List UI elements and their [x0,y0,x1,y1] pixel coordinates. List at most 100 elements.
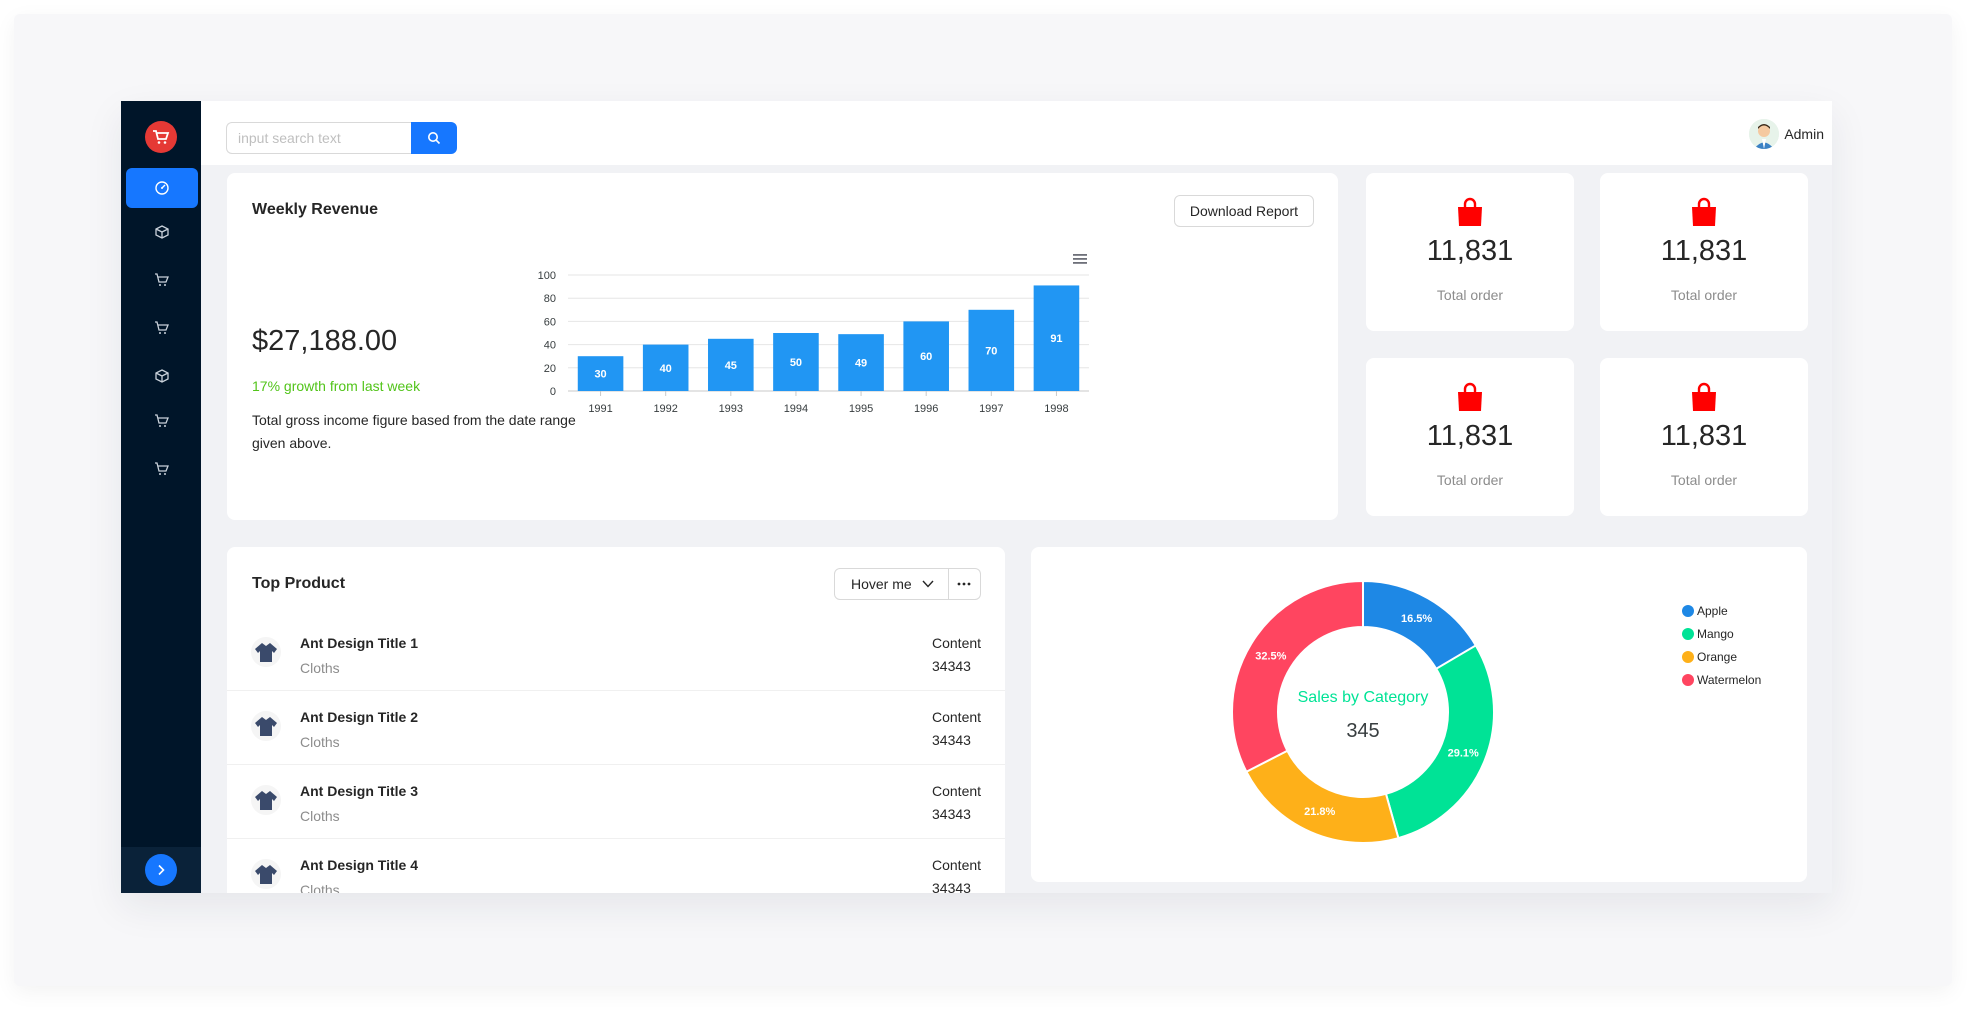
legend-label: Watermelon [1697,672,1762,687]
sidebar [121,101,201,893]
shopping-cart-icon[interactable] [145,121,177,153]
sidebar-item-sales[interactable] [126,308,198,348]
list-item[interactable]: Ant Design Title 4 Cloths Content 34343 [227,839,1005,893]
collapse-button[interactable] [145,854,177,886]
legend-marker [1682,604,1694,617]
y-tick-label: 0 [550,386,556,398]
item-title: Ant Design Title 4 [300,857,418,873]
product-list: Ant Design Title 1 Cloths Content 34343 … [227,617,1005,893]
bar-data-label: 49 [855,358,867,370]
stat-label: Total order [1436,472,1504,488]
slice-data-label: 29.1% [1448,747,1479,759]
sales-donut-chart: 16.5% 29.1% 21.8% 32.5% Sales by Category 345 [1231,579,1495,844]
stat-value: 11,831 [1426,235,1514,267]
stat-card: 11,831 Total order [1600,173,1808,331]
shirt-icon [251,637,281,667]
cube-icon [155,225,169,239]
legend-item[interactable]: Watermelon [1682,668,1761,691]
x-tick-label: 1991 [588,403,612,415]
item-content-label: Content [932,709,982,725]
stat-value: 11,831 [1660,235,1748,267]
legend-label: Mango [1697,626,1734,641]
stat-label: Total order [1670,287,1738,303]
legend-item[interactable]: Orange [1682,645,1761,668]
bar-data-label: 50 [790,357,802,369]
hover-dropdown: Hover me [834,568,981,600]
cart-icon [155,321,169,334]
item-title: Ant Design Title 1 [300,635,418,651]
cart-icon [155,462,169,475]
pie-slice[interactable] [1231,579,1364,774]
avatar [1749,119,1780,149]
x-tick-label: 1997 [979,403,1003,415]
shopping-bag-icon [1458,382,1482,411]
item-title: Ant Design Title 3 [300,783,418,799]
x-tick-label: 1998 [1044,403,1068,415]
legend-marker [1682,627,1694,640]
item-content-value: 34343 [932,658,971,674]
search-icon [428,132,441,145]
sidebar-item-dashboard[interactable] [126,168,198,208]
stat-card: 11,831 Total order [1366,173,1574,331]
legend-item[interactable]: Mango [1682,622,1761,645]
x-tick-label: 1995 [849,403,873,415]
search-bar [226,122,457,154]
x-tick-label: 1993 [719,403,743,415]
bar-data-label: 60 [920,351,932,363]
chevron-down-icon [922,580,934,588]
item-subtitle: Cloths [300,882,340,893]
sidebar-item-checkout[interactable] [126,401,198,441]
stat-value: 11,831 [1660,420,1748,452]
sidebar-footer [121,847,201,893]
hover-me-button[interactable]: Hover me [834,568,949,600]
pie-slice[interactable] [1245,749,1400,844]
donut-center-value: 345 [1346,720,1379,742]
list-item[interactable]: Ant Design Title 2 Cloths Content 34343 [227,691,1005,765]
dashboard-app: Admin Weekly Revenue Download Report $27… [121,101,1832,893]
user-name: Admin [1784,126,1824,142]
slice-data-label: 21.8% [1304,806,1335,818]
list-item[interactable]: Ant Design Title 1 Cloths Content 34343 [227,617,1005,691]
stat-label: Total order [1670,472,1738,488]
sidebar-item-products[interactable] [126,212,198,252]
legend-item[interactable]: Apple [1682,599,1761,622]
sidebar-item-cart[interactable] [126,449,198,489]
item-subtitle: Cloths [300,660,340,676]
bar-data-label: 70 [985,345,997,357]
sales-by-category-card: 16.5% 29.1% 21.8% 32.5% Sales by Category 345… [1031,547,1807,882]
shopping-bag-icon [1692,382,1716,411]
legend-marker [1682,650,1694,663]
sidebar-item-inventory[interactable] [126,356,198,396]
donut-center-label: Sales by Category [1298,689,1429,706]
legend-label: Apple [1697,603,1728,618]
x-tick-label: 1996 [914,403,938,415]
ellipsis-icon [957,582,971,586]
chart-menu-icon[interactable] [1073,254,1087,264]
dashboard-icon [155,181,169,195]
x-tick-label: 1992 [653,403,677,415]
user-menu[interactable]: Admin [1749,119,1824,149]
list-item[interactable]: Ant Design Title 3 Cloths Content 34343 [227,765,1005,839]
sidebar-item-orders[interactable] [126,260,198,300]
stat-value: 11,831 [1426,420,1514,452]
item-title: Ant Design Title 2 [300,709,418,725]
item-content-label: Content [932,635,982,651]
x-tick-label: 1994 [784,403,808,415]
y-tick-label: 40 [544,340,556,352]
search-button[interactable] [411,122,457,154]
weekly-revenue-card: Weekly Revenue Download Report $27,188.0… [227,173,1338,520]
pie-slice[interactable] [1384,644,1495,840]
slice-data-label: 32.5% [1255,651,1286,663]
item-content-value: 34343 [932,806,971,822]
shopping-bag-icon [1692,197,1716,226]
search-input[interactable] [226,122,411,154]
bar-data-label: 45 [725,360,737,372]
shirt-icon [251,859,281,889]
revenue-bar-chart: 0 20 40 60 80 100 30 1991 40 1992 45 1993 50 1994 49 19… [538,254,1089,415]
legend-marker [1682,673,1694,686]
more-button[interactable] [948,568,981,600]
cart-icon [155,273,169,286]
top-header: Admin [201,101,1832,165]
bar-data-label: 30 [594,369,606,381]
bar-data-label: 91 [1050,333,1062,345]
